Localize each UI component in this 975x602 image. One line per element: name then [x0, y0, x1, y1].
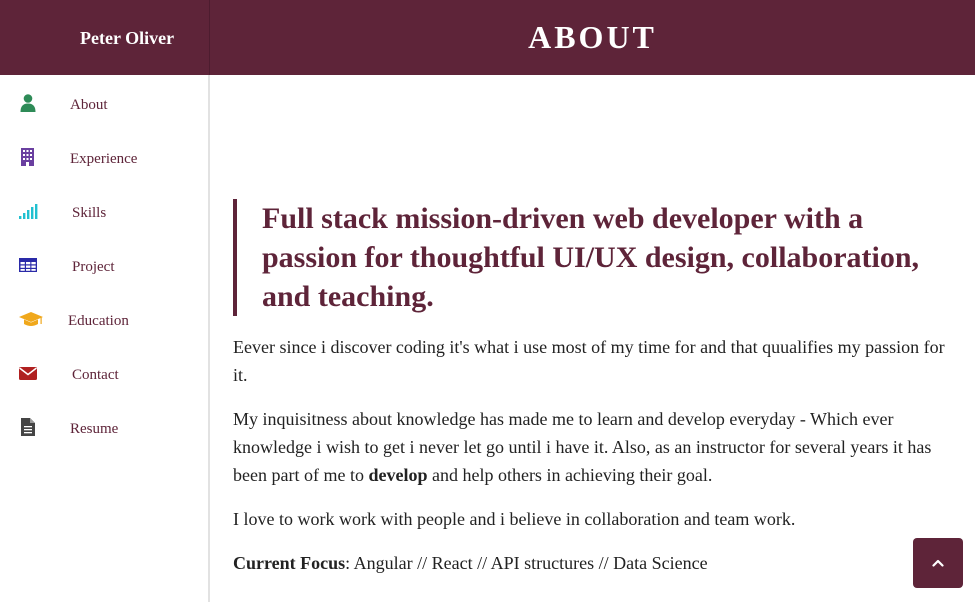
sidebar-item-label: About: [70, 97, 108, 113]
sidebar-item-contact[interactable]: Contact: [0, 347, 208, 401]
sidebar-item-about[interactable]: About: [0, 77, 208, 131]
sidebar-item-label: Education: [68, 313, 129, 329]
sidebar-item-experience[interactable]: Experience: [0, 131, 208, 185]
sidebar-item-label: Skills: [72, 205, 107, 221]
top-bar: Peter Oliver ABOUT: [0, 0, 975, 75]
current-focus: Current Focus: Angular // React // API s…: [233, 549, 958, 577]
building-icon: [21, 148, 34, 166]
chevron-up-icon: [932, 559, 944, 567]
table-icon: [19, 258, 37, 272]
sidebar: About Experience Skills Project Educatio…: [0, 75, 210, 602]
sidebar-item-label: Project: [72, 259, 115, 275]
about-paragraph-1: Eever since i discover coding it's what …: [233, 337, 945, 385]
brand-name[interactable]: Peter Oliver: [80, 28, 174, 49]
about-paragraph-2-end: and help others in achieving their goal.: [427, 465, 713, 485]
user-icon: [20, 94, 36, 112]
page-title: ABOUT: [528, 19, 657, 55]
signal-icon: [19, 204, 38, 219]
envelope-icon: [19, 367, 37, 380]
current-focus-value: : Angular // React // API structures // …: [345, 553, 708, 573]
sidebar-item-label: Resume: [70, 421, 119, 437]
sidebar-item-project[interactable]: Project: [0, 239, 208, 293]
sidebar-item-resume[interactable]: Resume: [0, 401, 208, 455]
sidebar-item-skills[interactable]: Skills: [0, 185, 208, 239]
emphasis-develop: develop: [368, 465, 428, 485]
file-icon: [21, 418, 35, 436]
scroll-to-top-button[interactable]: [913, 538, 963, 588]
graduation-cap-icon: [19, 312, 43, 326]
sidebar-item-education[interactable]: Education: [0, 293, 208, 347]
current-focus-label: Current Focus: [233, 553, 346, 573]
about-headline: Full stack mission-driven web developer …: [233, 199, 933, 316]
brand[interactable]: Peter Oliver: [0, 0, 210, 75]
about-paragraph-3: I love to work work with people and i be…: [233, 509, 796, 529]
sidebar-item-label: Experience: [70, 151, 138, 167]
about-paragraph-2: My inquisitness about knowledge has made…: [233, 405, 958, 489]
sidebar-item-label: Contact: [72, 367, 119, 383]
